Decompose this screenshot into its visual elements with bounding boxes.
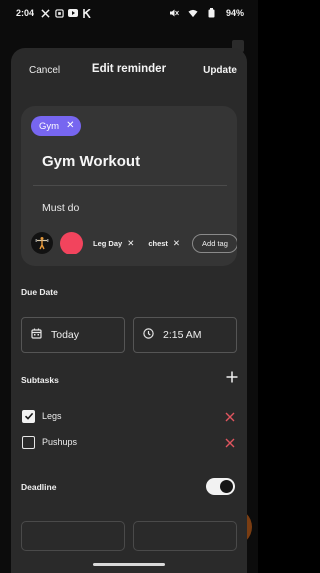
deadline-toggle[interactable] — [206, 478, 235, 495]
k-app-icon — [82, 8, 92, 18]
status-right: 94% — [169, 8, 244, 18]
gesture-bar[interactable] — [93, 563, 165, 566]
reminder-card: Gym ✕ Gym Workout Must do Leg Day ✕ ches… — [21, 106, 237, 266]
remove-tag-icon[interactable]: ✕ — [173, 238, 180, 249]
status-bar: 2:04 94% — [0, 0, 258, 26]
time-value: 2:15 AM — [163, 329, 202, 341]
update-button[interactable]: Update — [203, 65, 237, 76]
tag-label: chest — [148, 238, 168, 248]
remove-subtask-icon[interactable] — [224, 436, 236, 448]
edit-reminder-sheet: Cancel Edit reminder Update Gym ✕ Gym Wo… — [11, 48, 247, 573]
tag-chip[interactable]: chest ✕ — [148, 238, 180, 249]
cancel-button[interactable]: Cancel — [29, 65, 60, 76]
status-time: 2:04 — [16, 8, 35, 18]
date-value: Today — [51, 329, 80, 341]
subtask-label[interactable]: Pushups — [42, 437, 77, 447]
subtask-checkbox[interactable] — [22, 409, 35, 423]
reminder-meta-row: Leg Day ✕ chest ✕ Add tag — [31, 232, 237, 254]
reminder-description[interactable]: Must do — [42, 202, 79, 214]
screen: 2:04 94% Cancel Edit reminder Update Gym… — [0, 0, 258, 573]
reminder-title[interactable]: Gym Workout — [42, 153, 140, 170]
remove-tag-icon[interactable]: ✕ — [127, 238, 134, 249]
subtask-row: Pushups — [22, 434, 236, 450]
mute-icon — [169, 8, 179, 18]
date-field[interactable]: Today — [21, 317, 125, 353]
battery-percent: 94% — [225, 8, 244, 18]
add-subtask-icon[interactable] — [225, 370, 239, 384]
add-tag-button[interactable]: Add tag — [192, 233, 237, 253]
due-date-label: Due Date — [21, 287, 58, 297]
battery-icon — [207, 8, 217, 18]
deadline-label: Deadline — [21, 482, 57, 492]
subtask-checkbox[interactable] — [22, 435, 35, 449]
gym-avatar-icon[interactable] — [31, 232, 53, 254]
deadline-time-field[interactable] — [133, 521, 237, 551]
subtask-row: Legs — [22, 408, 236, 424]
toggle-knob — [220, 480, 233, 493]
sheet-header: Cancel Edit reminder Update — [11, 48, 247, 94]
app-icon — [54, 8, 64, 18]
x-logo-icon — [40, 8, 50, 18]
remove-category-icon[interactable]: ✕ — [66, 121, 74, 131]
time-field[interactable]: 2:15 AM — [133, 317, 237, 353]
category-chip[interactable]: Gym ✕ — [31, 116, 82, 136]
tag-chip[interactable]: Leg Day ✕ — [93, 238, 134, 249]
wifi-icon — [188, 8, 198, 18]
subtasks-label: Subtasks — [21, 375, 59, 385]
color-picker-dot[interactable] — [60, 232, 83, 254]
clock-icon — [143, 328, 154, 342]
card-divider — [33, 185, 227, 186]
category-chip-label: Gym — [39, 120, 60, 132]
tag-label: Leg Day — [93, 238, 123, 248]
calendar-icon — [31, 328, 42, 342]
subtask-label[interactable]: Legs — [42, 411, 62, 421]
remove-subtask-icon[interactable] — [224, 410, 236, 422]
youtube-icon — [68, 8, 79, 18]
deadline-date-field[interactable] — [21, 521, 125, 551]
